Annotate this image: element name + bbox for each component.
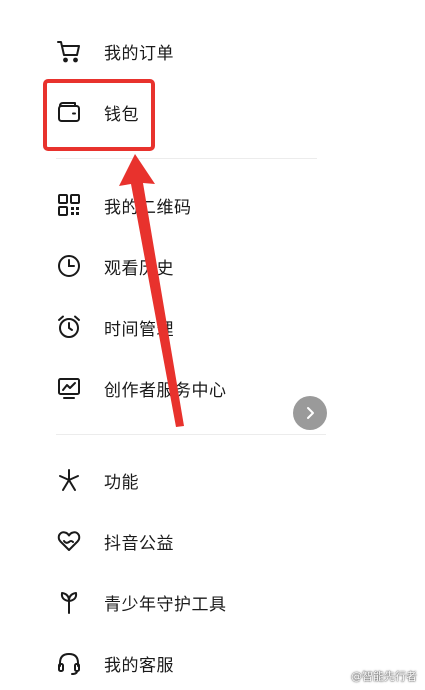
cart-icon [56,38,82,64]
menu-item-label: 抖音公益 [104,533,174,554]
watermark: @智能先行者 [351,670,417,683]
heart-hands-icon [56,528,82,554]
menu-item-label: 功能 [104,472,139,493]
highlight-box [43,79,155,151]
headset-icon [56,650,82,676]
qrcode-icon [56,192,82,218]
chevron-right-icon [303,406,317,420]
menu-item-orders[interactable]: 我的订单 [56,31,356,71]
menu-item-qrcode[interactable]: 我的二维码 [56,185,356,225]
sprout-icon [56,589,82,615]
expand-button[interactable] [293,396,327,430]
menu-item-label: 时间管理 [104,319,174,340]
menu-item-label: 我的订单 [104,43,174,64]
menu-item-charity[interactable]: 抖音公益 [56,521,356,561]
menu-item-label: 观看历史 [104,258,174,279]
menu-item-features[interactable]: 功能 [56,460,356,500]
clock-icon [56,253,82,279]
menu-item-label: 创作者服务中心 [104,380,227,401]
sparkle-icon [56,467,82,493]
menu-item-label: 我的二维码 [104,197,192,218]
menu-item-service[interactable]: 我的客服 [56,643,356,683]
divider [56,158,317,159]
menu-item-history[interactable]: 观看历史 [56,246,356,286]
alarm-clock-icon [56,314,82,340]
menu-item-youth[interactable]: 青少年守护工具 [56,582,356,622]
menu-item-label: 青少年守护工具 [104,594,227,615]
menu-item-label: 我的客服 [104,655,174,676]
menu-item-time-manage[interactable]: 时间管理 [56,307,356,347]
divider [56,434,326,435]
chart-monitor-icon [56,375,82,401]
